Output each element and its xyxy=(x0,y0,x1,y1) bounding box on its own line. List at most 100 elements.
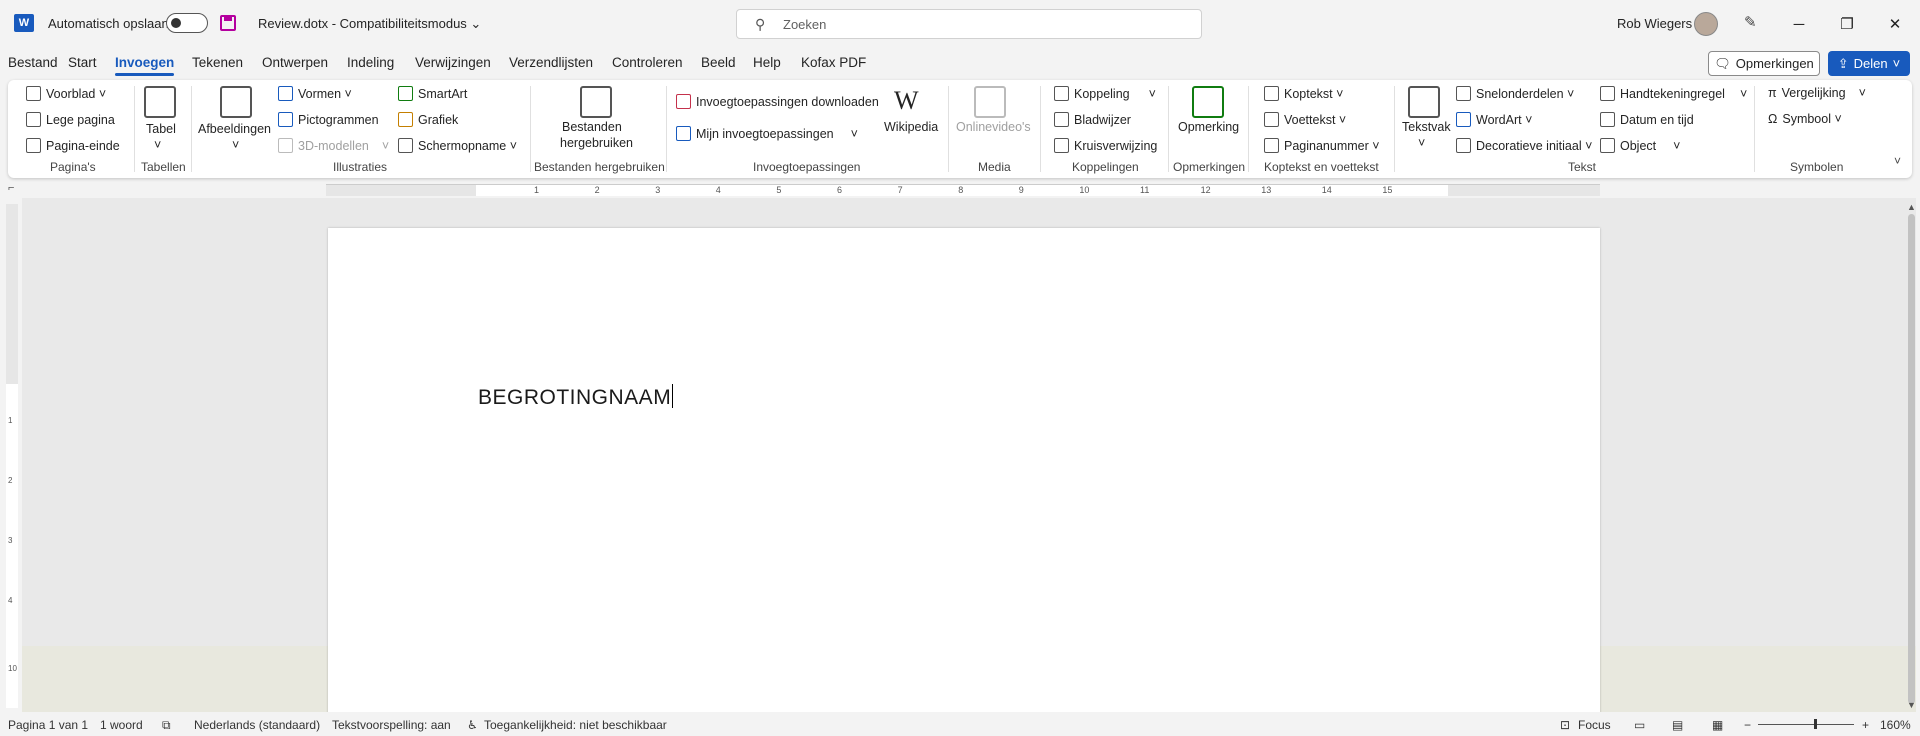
autosave-toggle[interactable] xyxy=(166,13,208,33)
snelonderdelen-button[interactable]: Snelonderdelen ˅ xyxy=(1456,86,1574,101)
tabel-label[interactable]: Tabel xyxy=(146,122,176,136)
save-icon[interactable] xyxy=(220,15,236,31)
vertical-ruler[interactable]: 1 2 3 4 10 xyxy=(6,204,18,708)
comments-button[interactable]: 🗨 Opmerkingen xyxy=(1708,51,1820,76)
3d-modellen-button[interactable]: 3D-modellen ˅ xyxy=(278,138,389,153)
vormen-button[interactable]: Vormen ˅ xyxy=(278,86,352,101)
tab-bestand[interactable]: Bestand xyxy=(8,55,58,70)
smartart-button[interactable]: SmartArt xyxy=(398,86,467,101)
document-canvas: BEGROTINGNAAM xyxy=(22,198,1916,712)
ruler-tick: 6 xyxy=(837,185,843,195)
tab-verzendlijsten[interactable]: Verzendlijsten xyxy=(509,55,593,70)
tab-tekenen[interactable]: Tekenen xyxy=(192,55,243,70)
read-mode-icon[interactable]: ▭ xyxy=(1634,718,1645,732)
smartart-icon xyxy=(398,86,413,101)
invoegtoepassingen-downloaden-button[interactable]: Invoegtoepassingen downloaden xyxy=(676,94,879,109)
bestanden-label[interactable]: Bestanden xyxy=(562,120,622,134)
scroll-down-icon[interactable]: ▼ xyxy=(1907,700,1916,710)
symbool-button[interactable]: Ω Symbool ˅ xyxy=(1768,112,1842,126)
accessibility-status[interactable]: Toegankelijkheid: niet beschikbaar xyxy=(484,718,667,732)
reuse-files-icon[interactable] xyxy=(580,86,612,118)
horizontal-ruler[interactable]: 1 2 3 4 5 6 7 8 9 10 11 12 13 14 15 xyxy=(326,184,1600,196)
vergelijking-button[interactable]: π Vergelijking ˅ xyxy=(1768,86,1866,100)
zoom-slider[interactable] xyxy=(1758,724,1854,725)
tab-start[interactable]: Start xyxy=(68,55,97,70)
language[interactable]: Nederlands (standaard) xyxy=(194,718,320,732)
scroll-up-icon[interactable]: ▲ xyxy=(1907,202,1916,212)
schermopname-button[interactable]: Schermopname ˅ xyxy=(398,138,517,153)
tekstvak-label[interactable]: Tekstvak xyxy=(1402,120,1451,134)
user-name[interactable]: Rob Wiegers xyxy=(1617,16,1692,31)
bladwijzer-button[interactable]: Bladwijzer xyxy=(1054,112,1131,127)
print-layout-icon[interactable]: ▤ xyxy=(1672,718,1683,732)
tab-verwijzingen[interactable]: Verwijzingen xyxy=(415,55,491,70)
pen-icon[interactable]: ✎ xyxy=(1744,13,1757,31)
object-button[interactable]: Object ˅ xyxy=(1600,138,1680,153)
document-title[interactable]: Review.dotx - Compatibiliteitsmodus ⌄ xyxy=(258,16,481,32)
text-prediction[interactable]: Tekstvoorspelling: aan xyxy=(332,718,451,732)
tab-kofax-pdf[interactable]: Kofax PDF xyxy=(801,55,866,70)
tab-controleren[interactable]: Controleren xyxy=(612,55,683,70)
wikipedia-label[interactable]: Wikipedia xyxy=(884,120,938,134)
minimize-button[interactable]: ─ xyxy=(1776,10,1822,38)
kruisverwijzing-button[interactable]: Kruisverwijzing xyxy=(1054,138,1157,153)
web-layout-icon[interactable]: ▦ xyxy=(1712,718,1723,732)
onlinevideos-label[interactable]: Onlinevideo's xyxy=(956,120,1031,134)
zoom-level[interactable]: 160% xyxy=(1880,718,1911,732)
document-body[interactable]: BEGROTINGNAAM xyxy=(478,384,674,410)
zoom-in-icon[interactable]: + xyxy=(1862,718,1869,732)
table-icon[interactable] xyxy=(144,86,176,118)
icons-icon xyxy=(278,112,293,127)
wikipedia-icon[interactable]: W xyxy=(894,86,919,116)
zoom-out-icon[interactable]: − xyxy=(1744,718,1751,732)
tab-invoegen[interactable]: Invoegen xyxy=(115,55,175,76)
tab-indeling[interactable]: Indeling xyxy=(347,55,394,70)
share-label: Delen xyxy=(1853,56,1888,71)
hergebruiken-label[interactable]: hergebruiken xyxy=(560,136,633,150)
share-button[interactable]: ⇪ Delen ˅ xyxy=(1828,51,1910,76)
decoratieve-initiaal-button[interactable]: Decoratieve initiaal ˅ xyxy=(1456,138,1592,153)
pagina-einde-button[interactable]: Pagina-einde xyxy=(26,138,120,153)
koptekst-button[interactable]: Koptekst ˅ xyxy=(1264,86,1343,101)
paginanummer-button[interactable]: Paginanummer ˅ xyxy=(1264,138,1380,153)
chevron-down-icon[interactable]: ˅ xyxy=(1418,136,1425,150)
tab-selector-icon[interactable]: ⌐ xyxy=(8,182,14,194)
afbeeldingen-label[interactable]: Afbeeldingen xyxy=(198,122,271,136)
search-input[interactable]: ⚲ Zoeken xyxy=(736,9,1202,39)
pictogrammen-button[interactable]: Pictogrammen xyxy=(278,112,379,127)
page-count[interactable]: Pagina 1 van 1 xyxy=(8,718,88,732)
koppeling-button[interactable]: Koppeling ˅ xyxy=(1054,86,1156,101)
chevron-down-icon[interactable]: ˅ xyxy=(232,138,239,152)
scrollbar-thumb[interactable] xyxy=(1908,214,1915,704)
lege-pagina-button[interactable]: Lege pagina xyxy=(26,112,115,127)
vertical-scrollbar[interactable]: ▲ ▼ xyxy=(1906,202,1918,712)
wordart-button[interactable]: WordArt ˅ xyxy=(1456,112,1532,127)
datum-tijd-button[interactable]: Datum en tijd xyxy=(1600,112,1694,127)
chevron-down-icon[interactable]: ˅ xyxy=(154,138,161,152)
mijn-invoegtoepassingen-button[interactable]: Mijn invoegtoepassingen ˅ xyxy=(676,126,858,141)
ruler-tick: 10 xyxy=(1079,185,1090,195)
focus-button[interactable]: Focus xyxy=(1578,718,1611,732)
title-bar: W Automatisch opslaan Review.dotx - Comp… xyxy=(0,0,1920,48)
tab-beeld[interactable]: Beeld xyxy=(701,55,736,70)
comment-icon[interactable] xyxy=(1192,86,1224,118)
cross-reference-icon xyxy=(1054,138,1069,153)
zoom-slider-thumb[interactable] xyxy=(1814,719,1817,729)
grafiek-button[interactable]: Grafiek xyxy=(398,112,458,127)
tab-help[interactable]: Help xyxy=(753,55,781,70)
textbox-icon[interactable] xyxy=(1408,86,1440,118)
online-video-icon[interactable] xyxy=(974,86,1006,118)
close-button[interactable]: ✕ xyxy=(1872,10,1918,38)
voettekst-button[interactable]: Voettekst ˅ xyxy=(1264,112,1346,127)
tab-ontwerpen[interactable]: Ontwerpen xyxy=(262,55,328,70)
voorblad-button[interactable]: Voorblad ˅ xyxy=(26,86,106,101)
proofing-icon[interactable]: ⧉ xyxy=(162,718,171,733)
handtekeningregel-button[interactable]: Handtekeningregel ˅ xyxy=(1600,86,1747,101)
word-count[interactable]: 1 woord xyxy=(100,718,143,732)
collapse-ribbon-icon[interactable]: ˅ xyxy=(1894,154,1901,168)
avatar[interactable] xyxy=(1694,12,1718,36)
restore-button[interactable]: ❐ xyxy=(1824,10,1870,38)
document-page[interactable]: BEGROTINGNAAM xyxy=(328,228,1600,712)
picture-icon[interactable] xyxy=(220,86,252,118)
opmerking-label[interactable]: Opmerking xyxy=(1178,120,1239,134)
